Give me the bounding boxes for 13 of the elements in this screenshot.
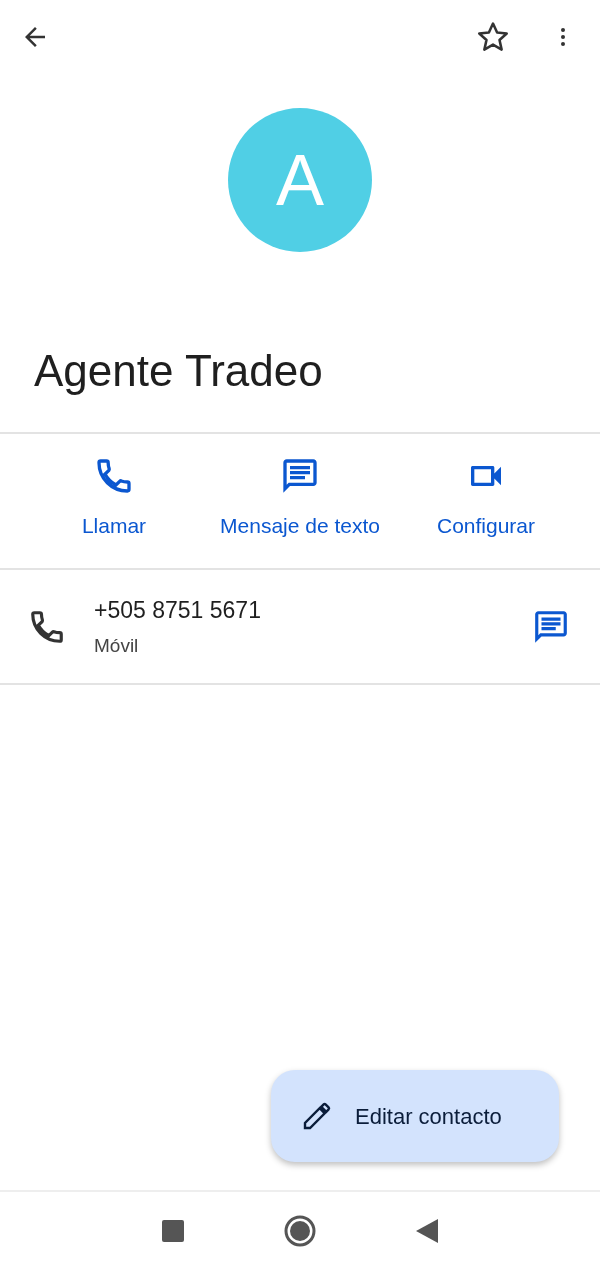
phone-icon — [94, 456, 134, 496]
back-icon[interactable] — [416, 1219, 438, 1243]
phone-type: Móvil — [94, 633, 140, 658]
avatar: A — [228, 108, 372, 252]
phone-number[interactable]: +505 8751 5671 — [94, 593, 261, 628]
edit-contact-button[interactable]: Editar contacto — [271, 1070, 559, 1162]
home-icon[interactable] — [284, 1215, 316, 1247]
contact-name: Agente Tradeo — [33, 345, 324, 397]
call-action-button[interactable]: Llamar — [21, 456, 207, 568]
message-action-button[interactable]: Mensaje de texto — [207, 456, 393, 568]
video-action-button[interactable]: Configurar — [393, 456, 579, 568]
star-button[interactable] — [476, 20, 510, 54]
pencil-icon — [301, 1100, 333, 1132]
